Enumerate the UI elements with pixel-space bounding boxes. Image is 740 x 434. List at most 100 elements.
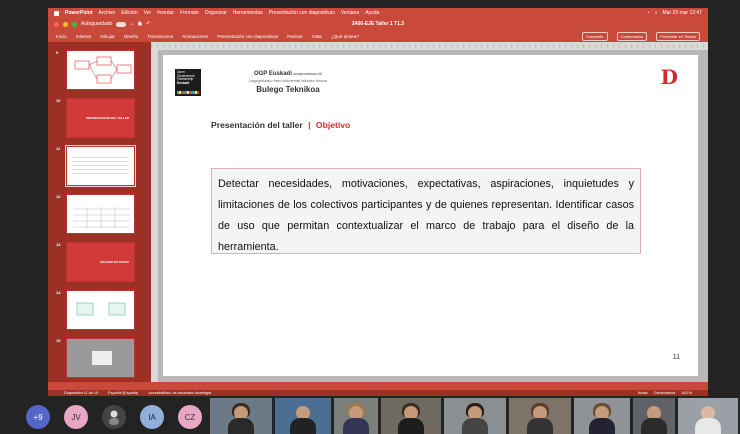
tab-revisar[interactable]: Revisar (287, 34, 303, 39)
tell-me-search[interactable]: ¿Qué desea? (331, 34, 359, 39)
mac-menubar: PowerPoint Archivo Edición Ver Insertar … (48, 8, 708, 18)
window-titlebar: Autoguardado ⌂ ▣ ↶ 2406-EJE Taller 1 T1.… (48, 18, 708, 30)
thumbnail-title: SIGUIENTES PASOS (99, 260, 129, 264)
thumbnail-slide-14[interactable]: 14 (56, 290, 135, 330)
undo-icon[interactable]: ↶ (146, 21, 150, 27)
horizontal-ruler (151, 42, 708, 50)
menu-presentacion[interactable]: Presentación con diapositivas (269, 10, 335, 16)
menu-organizar[interactable]: Organizar (205, 10, 227, 16)
ogp-title: OGP Euskadi (253, 71, 292, 77)
menu-ver[interactable]: Ver (144, 10, 152, 16)
tab-presentacion[interactable]: Presentación con diapositivas (217, 34, 278, 39)
heading-text: Presentación del taller (211, 120, 303, 130)
language-indicator[interactable]: Español (España) (108, 391, 138, 395)
vertical-ruler (151, 50, 158, 382)
participant-avatar[interactable]: IA (140, 405, 164, 429)
thumbnail-slide-11[interactable]: 11 (56, 145, 136, 187)
thumbnail-image[interactable]: SIGUIENTES PASOS (66, 242, 135, 282)
more-participants-badge[interactable]: +9 (26, 405, 50, 429)
thumbnail-number: 13 (56, 242, 61, 247)
objective-textbox[interactable]: Detectar necesidades, motivaciones, expe… (211, 168, 641, 254)
zoom-window-icon[interactable] (72, 21, 77, 27)
thumbnail-number: 10 (56, 98, 61, 103)
search-icon[interactable]: ⌕ (655, 10, 658, 16)
thumbnail-image[interactable] (66, 194, 135, 234)
diagram-preview (74, 56, 132, 84)
menu-archivo[interactable]: Archivo (99, 10, 116, 16)
thumbnail-slide-12[interactable]: 12 (56, 194, 135, 234)
menu-edicion[interactable]: Edición (121, 10, 137, 16)
participant-avatar[interactable]: JV (64, 405, 88, 429)
menu-formato[interactable]: Formato (180, 10, 199, 16)
home-icon[interactable]: ⌂ (130, 21, 133, 27)
participant-video[interactable] (210, 398, 272, 434)
participant-video[interactable] (381, 398, 441, 434)
thumbnail-slide-9[interactable]: 9 (56, 50, 135, 90)
participant-photo-avatar[interactable] (102, 405, 126, 429)
autosave-label: Autoguardado (81, 21, 113, 27)
share-button[interactable]: Compartir (582, 31, 608, 41)
participant-video[interactable] (444, 398, 506, 434)
participant-video[interactable] (275, 398, 331, 434)
autosave-toggle[interactable] (116, 21, 127, 27)
thumbnail-image-selected[interactable] (65, 145, 136, 187)
apple-icon[interactable] (54, 10, 59, 16)
participant-video[interactable] (334, 398, 378, 434)
tab-transiciones[interactable]: Transiciones (147, 34, 173, 39)
ogp-office: Bulego Teknikoa (256, 85, 320, 94)
slide-counter: Diapositiva 11 de 15 (64, 391, 99, 395)
thumbnail-title: PRESENTACIÓN DEL TALLER (86, 116, 129, 120)
participant-video[interactable] (678, 398, 738, 434)
thumbnail-slide-15[interactable]: 15 (56, 338, 135, 378)
thumbnail-number: 12 (56, 194, 61, 199)
text-preview (72, 157, 129, 177)
slide-page-number: 11 (672, 354, 680, 361)
menu-insertar[interactable]: Insertar (157, 10, 174, 16)
tab-vista[interactable]: Vista (312, 34, 322, 39)
present-in-teams-button[interactable]: Presentar en Teams (656, 31, 700, 41)
zoom-level[interactable]: 163 % (681, 391, 692, 395)
thumbnail-number: 9 (56, 50, 59, 55)
ribbon-tabs: Inicio Insertar Dibujar Diseño Transicio… (48, 30, 708, 42)
thumbnail-image[interactable] (66, 290, 135, 330)
menu-ayuda[interactable]: Ayuda (365, 10, 379, 16)
participant-video[interactable] (574, 398, 630, 434)
wifi-icon[interactable]: ◔ (647, 10, 650, 16)
comments-button[interactable]: Comentarios (616, 31, 648, 41)
tab-inicio[interactable]: Inicio (56, 34, 67, 39)
thumbnail-image[interactable] (66, 50, 135, 90)
slide-header: OGP Euskadi konpromisoa #4 Legegintzako … (223, 71, 353, 94)
accessibility-indicator[interactable]: Accesibilidad: es necesario investigar (148, 391, 211, 395)
ogp-commitment: konpromisoa #4 (293, 71, 323, 76)
tab-insertar[interactable]: Insertar (76, 34, 92, 39)
menu-ventana[interactable]: Ventana (341, 10, 359, 16)
tab-dibujar[interactable]: Dibujar (100, 34, 115, 39)
notes-button[interactable]: Notas (638, 391, 648, 395)
thumbnail-number: 15 (56, 338, 61, 343)
clock[interactable]: Mar 29 mar 12:47 (663, 10, 702, 16)
tab-animaciones[interactable]: Animaciones (182, 34, 208, 39)
participant-video[interactable] (509, 398, 571, 434)
thumbnail-number: 11 (56, 146, 61, 151)
participant-avatar[interactable]: CZ (178, 405, 202, 429)
tab-diseno[interactable]: Diseño (124, 34, 138, 39)
slide[interactable]: Open Government Partnership Euskadi OGP … (163, 55, 698, 376)
status-comments-button[interactable]: Comentarios (654, 391, 676, 395)
close-window-icon[interactable] (54, 21, 59, 27)
menu-herramientas[interactable]: Herramientas (233, 10, 263, 16)
thumbnail-image[interactable] (66, 338, 135, 378)
app-name[interactable]: PowerPoint (65, 10, 93, 16)
slide-thumbnail-panel[interactable]: 9 10 PRESENTACIÓN DEL TALLER 11 12 13 SI… (48, 42, 151, 382)
heading-separator: | (308, 120, 311, 130)
brand-logo: D (660, 65, 678, 89)
minimize-window-icon[interactable] (63, 21, 68, 27)
save-icon[interactable]: ▣ (137, 21, 142, 27)
boxes-preview (76, 302, 126, 316)
thumbnail-slide-10[interactable]: 10 PRESENTACIÓN DEL TALLER (56, 98, 135, 138)
thumbnail-image[interactable]: PRESENTACIÓN DEL TALLER (66, 98, 135, 138)
heading-objective: Objetivo (315, 120, 351, 130)
slide-heading: Presentación del taller | Objetivo (211, 120, 350, 130)
participant-video[interactable] (633, 398, 675, 434)
thumbnail-slide-13[interactable]: 13 SIGUIENTES PASOS (56, 242, 135, 282)
thumbnail-number: 14 (56, 290, 61, 295)
